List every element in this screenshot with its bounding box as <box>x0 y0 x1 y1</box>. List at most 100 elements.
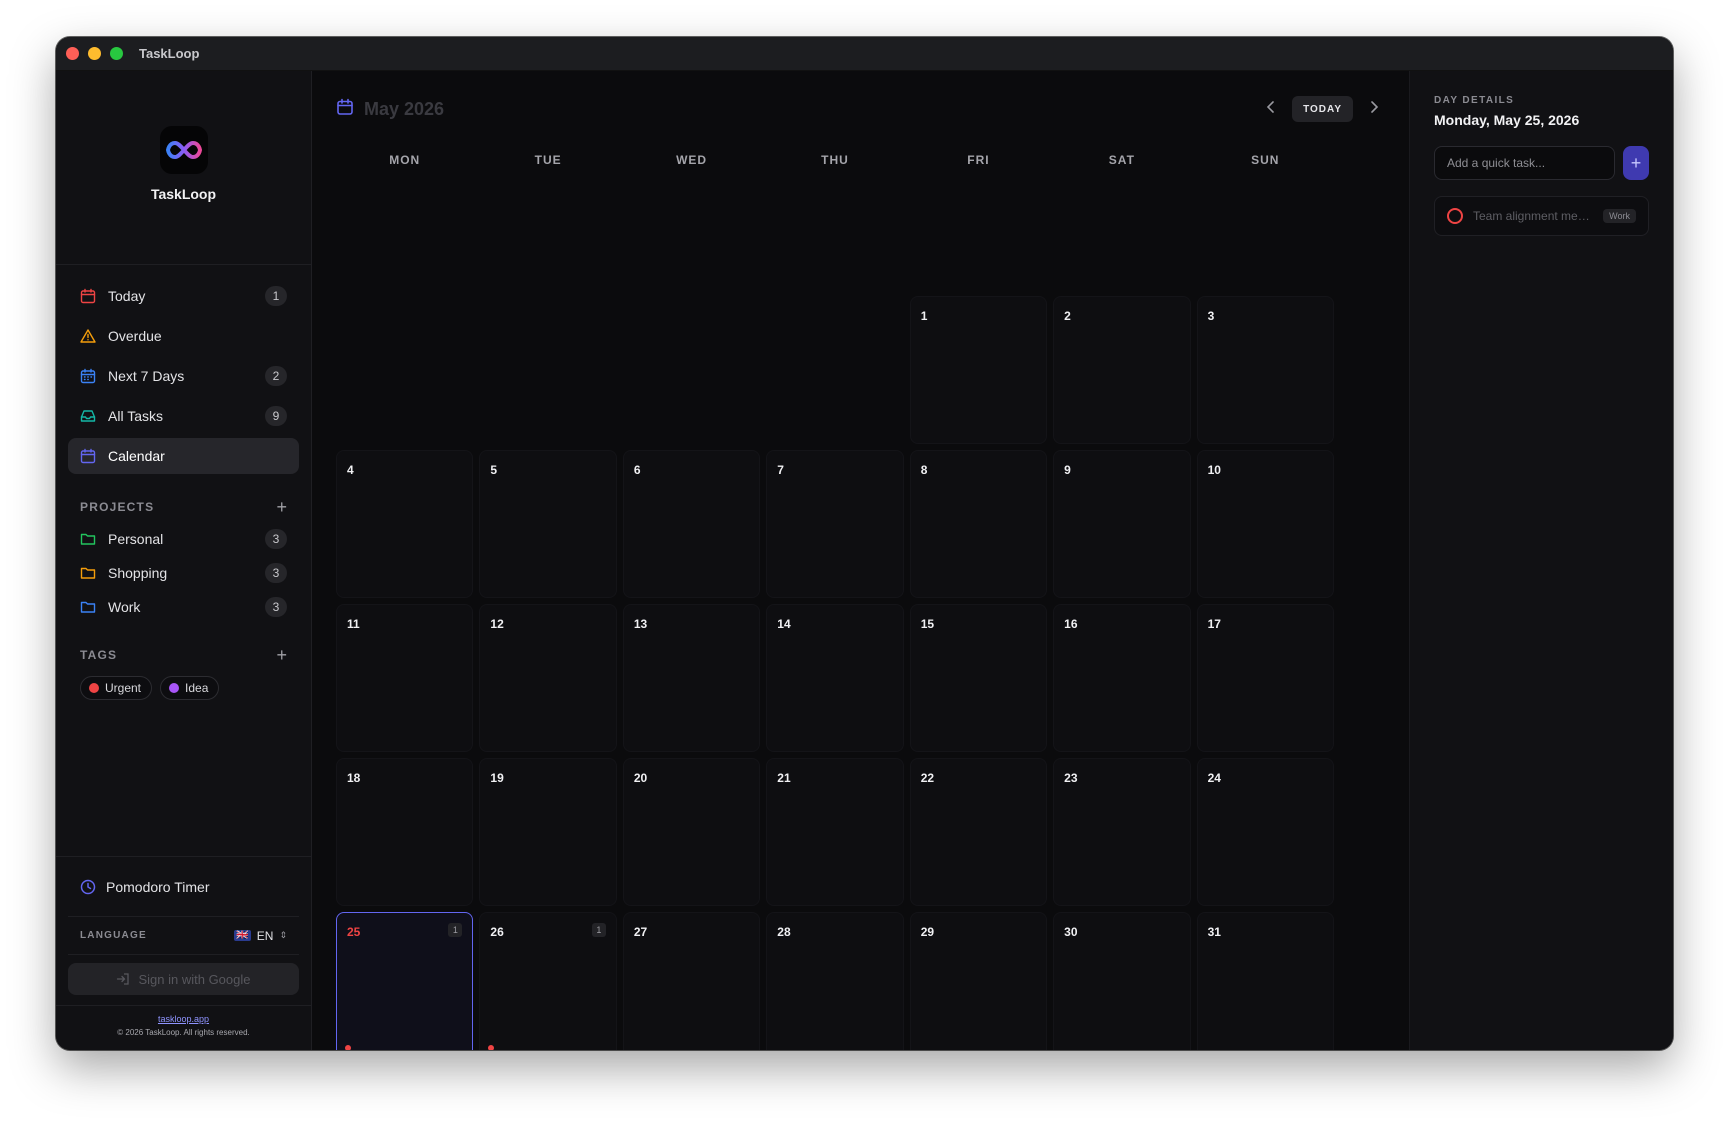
count-badge: 3 <box>265 529 287 549</box>
nav-item-calendar[interactable]: Calendar <box>68 438 299 474</box>
main-nav: Today 1 Overdue Next 7 Days 2 All Tasks 9 Calen… <box>56 265 311 474</box>
calendar-range-icon <box>80 368 96 384</box>
day-cell[interactable]: 29 <box>909 912 1048 1050</box>
selected-date: Monday, May 25, 2026 <box>1434 112 1580 128</box>
footer: taskloop.app © 2026 TaskLoop. All rights… <box>56 1005 311 1037</box>
nav-item-today[interactable]: Today 1 <box>68 278 299 314</box>
project-item-shopping[interactable]: Shopping 3 <box>68 556 299 590</box>
weekday-wed: WED <box>676 153 708 167</box>
calendar-icon <box>336 98 354 121</box>
maximize-window-button[interactable] <box>110 47 123 60</box>
project-item-personal[interactable]: Personal 3 <box>68 522 299 556</box>
project-item-work[interactable]: Work 3 <box>68 590 299 624</box>
add-project-button[interactable]: + <box>276 498 287 516</box>
day-cell[interactable]: 4 <box>336 450 474 598</box>
day-number: 5 <box>490 463 498 477</box>
day-cell[interactable]: 7 <box>766 450 904 598</box>
day-details-panel: DAY DETAILS Monday, May 25, 2026 + Team … <box>1409 71 1673 1050</box>
day-number: 27 <box>633 925 648 939</box>
day-cell[interactable]: 23 <box>1053 758 1191 906</box>
weekday-sat: SAT <box>1108 153 1135 167</box>
count-badge: 9 <box>265 406 287 426</box>
task-item[interactable]: Team alignment meeting #U... Work <box>1434 196 1649 236</box>
tag-color-dot <box>89 683 99 693</box>
window-title: TaskLoop <box>139 46 200 61</box>
day-cell[interactable]: 27 <box>622 912 761 1050</box>
day-cell[interactable]: 8 <box>909 450 1048 598</box>
day-cell[interactable]: 18 <box>336 758 474 906</box>
minimize-window-button[interactable] <box>88 47 101 60</box>
day-cell[interactable]: 21 <box>766 758 904 906</box>
day-cell[interactable]: 10 <box>1196 450 1334 598</box>
day-cell[interactable]: 20 <box>622 758 761 906</box>
empty-day-cell <box>336 296 473 444</box>
weekday-fri: FRI <box>967 153 990 167</box>
day-cell[interactable]: 26 1 <box>479 912 617 1050</box>
day-cell[interactable]: 9 <box>1053 450 1191 598</box>
day-cell[interactable]: 6 <box>622 450 761 598</box>
day-cell[interactable]: 1 <box>909 296 1048 444</box>
pomodoro-label: Pomodoro Timer <box>106 878 210 895</box>
day-number: 15 <box>920 617 935 631</box>
task-count-badge: 1 <box>448 923 463 937</box>
sign-in-google-button[interactable]: Sign in with Google <box>68 963 299 995</box>
previous-month-button[interactable] <box>1266 100 1276 118</box>
today-button[interactable]: TODAY <box>1292 96 1353 122</box>
day-cell[interactable]: 11 <box>336 604 474 752</box>
day-number: 22 <box>920 771 935 785</box>
next-month-button[interactable] <box>1369 100 1379 118</box>
count-badge: 2 <box>265 366 287 386</box>
task-project-badge: Work <box>1603 209 1636 223</box>
month-title: May 2026 <box>364 98 445 119</box>
empty-day-cell <box>479 296 616 444</box>
calendar-icon <box>80 288 96 304</box>
nav-item-next7[interactable]: Next 7 Days 2 <box>68 358 299 394</box>
day-cell[interactable]: 12 <box>479 604 617 752</box>
day-number: 23 <box>1064 771 1078 785</box>
copyright-text: © 2026 TaskLoop. All rights reserved. <box>117 1028 250 1037</box>
day-cell[interactable]: 19 <box>479 758 617 906</box>
day-cell[interactable]: 25 1 <box>336 912 474 1050</box>
language-row: LANGUAGE 🇬🇧 EN ⇕ <box>68 917 299 955</box>
pomodoro-timer-button[interactable]: Pomodoro Timer <box>68 857 299 917</box>
day-cell[interactable]: 28 <box>766 912 904 1050</box>
window-controls <box>66 47 123 60</box>
sign-in-icon <box>116 972 130 986</box>
day-number: 26 <box>490 925 504 939</box>
task-indicator-dot <box>345 1045 351 1050</box>
day-cell[interactable]: 14 <box>766 604 904 752</box>
day-cell[interactable]: 17 <box>1196 604 1334 752</box>
day-cell[interactable]: 3 <box>1196 296 1334 444</box>
quick-task-input[interactable] <box>1434 146 1615 180</box>
nav-item-label: All Tasks <box>108 408 163 424</box>
tag-chip-idea[interactable]: Idea <box>160 676 220 700</box>
tag-chip-urgent[interactable]: Urgent <box>80 676 153 700</box>
day-cell[interactable]: 22 <box>909 758 1048 906</box>
projects-header: PROJECTS + <box>56 498 311 516</box>
day-number: 18 <box>347 771 361 785</box>
add-tag-button[interactable]: + <box>276 646 287 664</box>
add-task-button[interactable]: + <box>1623 146 1649 180</box>
day-cell[interactable]: 30 <box>1053 912 1191 1050</box>
day-number: 29 <box>920 925 935 939</box>
day-cell[interactable]: 13 <box>622 604 761 752</box>
task-checkbox[interactable] <box>1447 208 1463 224</box>
day-cell[interactable]: 5 <box>479 450 617 598</box>
language-select[interactable]: 🇬🇧 EN ⇕ <box>234 929 287 943</box>
day-cell[interactable]: 31 <box>1196 912 1334 1050</box>
warning-icon <box>80 328 96 344</box>
day-cell[interactable]: 15 <box>909 604 1048 752</box>
day-cell[interactable]: 16 <box>1053 604 1191 752</box>
tags-title: TAGS <box>80 648 118 662</box>
day-number: 19 <box>490 771 504 785</box>
nav-item-overdue[interactable]: Overdue <box>68 318 299 354</box>
tags-header: TAGS + <box>56 646 311 664</box>
nav-item-all[interactable]: All Tasks 9 <box>68 398 299 434</box>
day-cell[interactable]: 2 <box>1053 296 1191 444</box>
day-cell[interactable]: 24 <box>1196 758 1334 906</box>
sidebar-bottom: Pomodoro Timer LANGUAGE 🇬🇧 EN ⇕ Sign in … <box>56 856 311 1050</box>
task-count-badge: 1 <box>591 923 606 937</box>
tag-color-dot <box>169 683 180 693</box>
website-link[interactable]: taskloop.app <box>56 1014 311 1024</box>
close-window-button[interactable] <box>66 47 79 60</box>
